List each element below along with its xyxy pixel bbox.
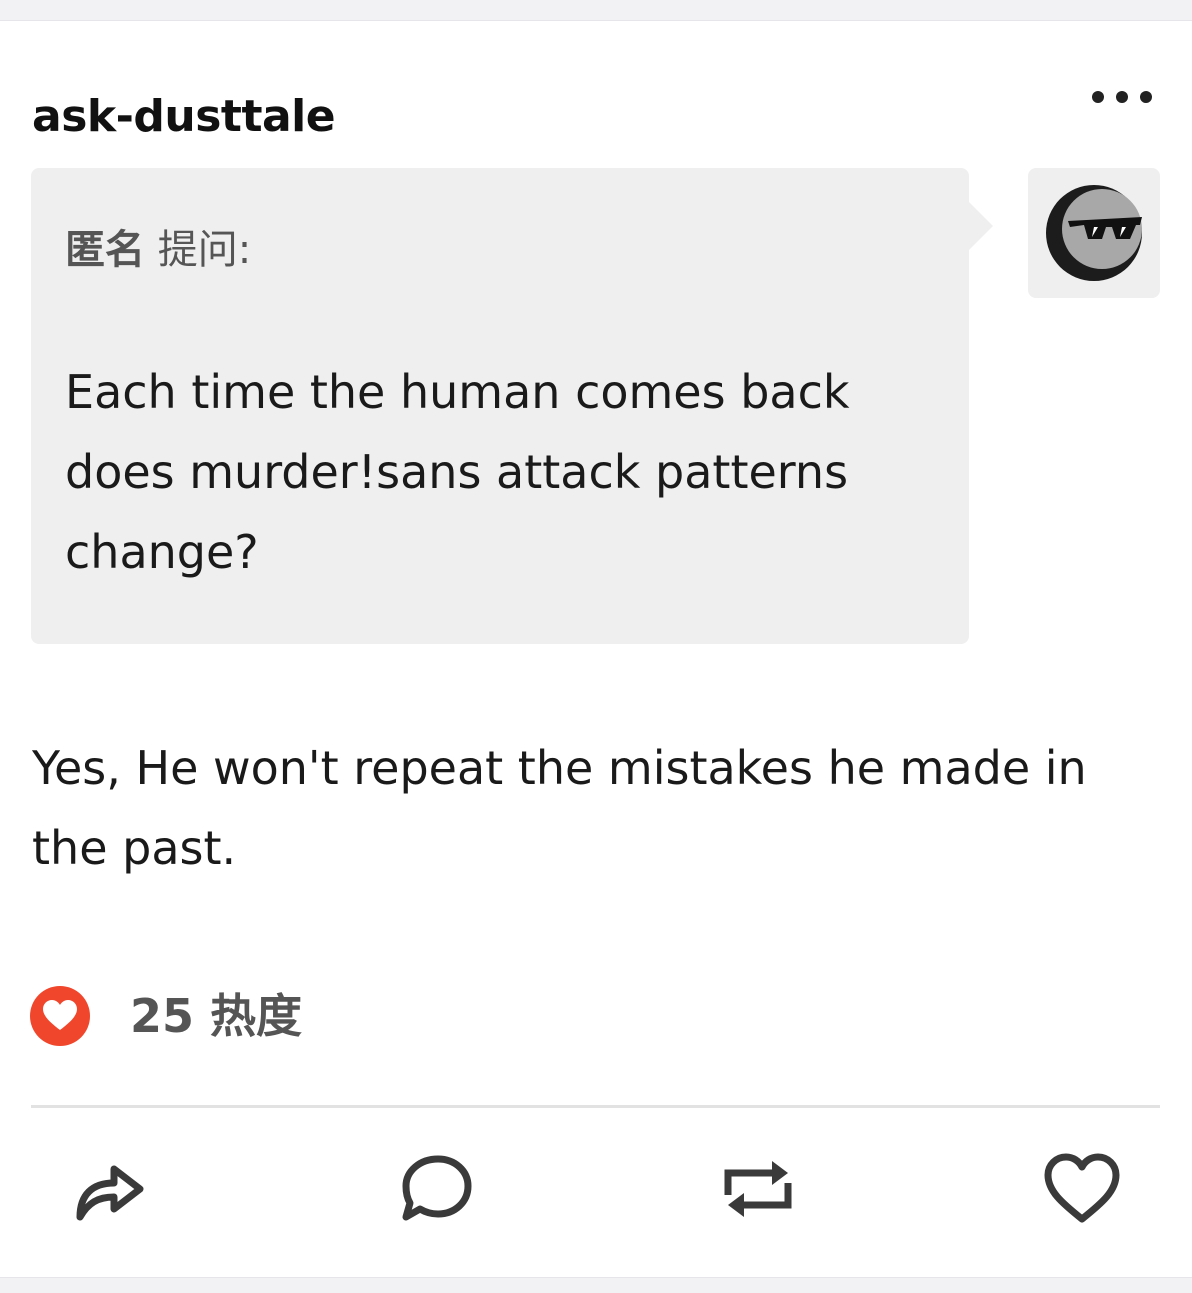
reblog-button[interactable]: [718, 1149, 798, 1229]
answer-text: Yes, He won't repeat the mistakes he mad…: [32, 741, 1087, 875]
share-arrow-icon: [76, 1165, 144, 1221]
like-button[interactable]: [1042, 1149, 1122, 1229]
notes-label: 25 热度: [130, 989, 303, 1043]
asker-name: 匿名: [65, 227, 145, 273]
blog-name[interactable]: ask-dusttale: [32, 87, 336, 147]
ask-bubble: 匿名 提问: Each time the human comes back do…: [31, 168, 993, 644]
reblog-icon: [724, 1161, 792, 1217]
ellipsis-icon: [1140, 91, 1152, 103]
ellipsis-icon: [1116, 91, 1128, 103]
divider: [31, 1105, 1160, 1108]
heart-outline-icon: [1044, 1153, 1120, 1223]
reply-button[interactable]: [396, 1149, 476, 1229]
anonymous-sunglasses-avatar-icon: [1046, 185, 1142, 281]
heart-icon: [30, 986, 90, 1046]
ellipsis-icon: [1092, 91, 1104, 103]
share-button[interactable]: [70, 1149, 150, 1229]
speech-bubble-icon: [402, 1155, 472, 1221]
asked-label: 提问:: [145, 227, 252, 273]
notes-count[interactable]: 25 热度: [30, 985, 302, 1047]
asker-label: 匿名 提问:: [65, 224, 251, 276]
post-card: ask-dusttale 匿名 提问: Each time the human …: [0, 20, 1192, 1278]
more-options-button[interactable]: [1092, 87, 1172, 107]
anonymous-avatar: [1028, 168, 1160, 298]
question-text: Each time the human comes back does murd…: [65, 365, 850, 579]
